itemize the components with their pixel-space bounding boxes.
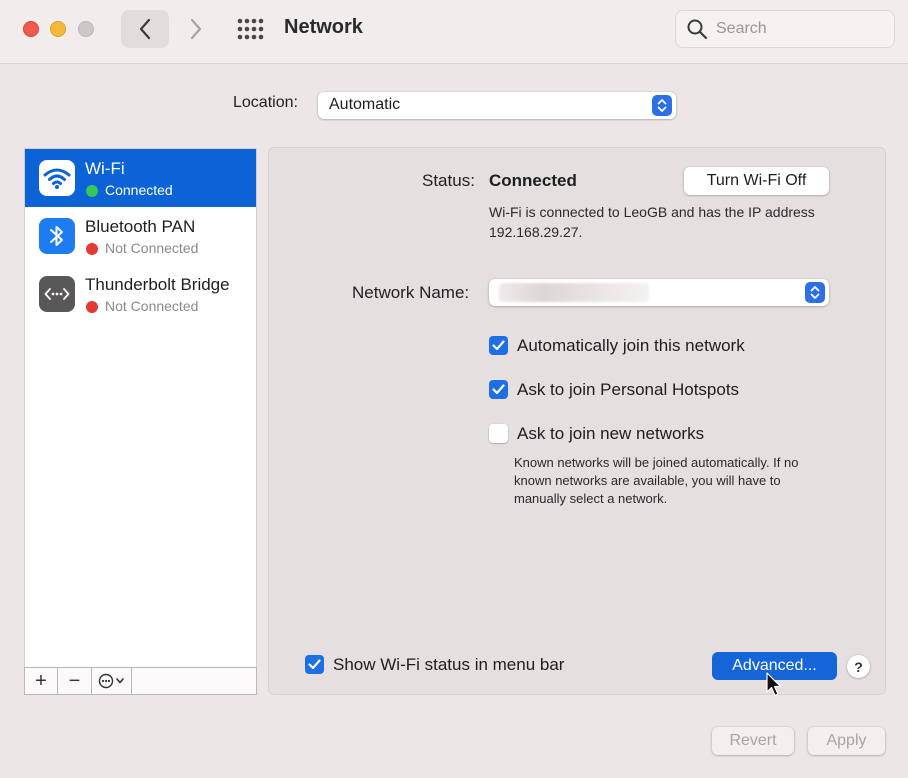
back-button[interactable] [121,10,169,48]
new-networks-label[interactable]: Ask to join new networks [517,424,704,444]
location-value: Automatic [329,96,401,113]
status-dot [86,301,98,313]
title-bar: Network [0,0,908,64]
search-input[interactable] [716,20,886,38]
chevron-left-icon [139,18,151,40]
location-stepper-icon [652,95,672,116]
show-status-checkbox[interactable] [305,655,324,674]
minimize-window-button[interactable] [50,21,66,37]
service-name: Wi-Fi [85,159,125,178]
network-name-popup[interactable] [489,279,829,306]
service-status: Not Connected [105,240,199,256]
status-dot [86,185,98,197]
ellipsis-circle-icon [98,673,124,689]
mouse-pointer-icon [766,672,782,697]
sidebar-toolbar: + − [24,667,257,695]
zoom-window-button[interactable] [78,21,94,37]
location-popup[interactable]: Automatic [318,92,676,119]
network-name-label: Network Name: [352,283,470,302]
thunderbolt-bridge-icon [39,276,75,312]
checkmark-icon [308,659,321,670]
forward-button[interactable] [172,10,220,48]
checkmark-icon [492,384,505,395]
checkmark-icon [492,340,505,351]
personal-hotspots-label[interactable]: Ask to join Personal Hotspots [517,380,739,400]
search-field[interactable] [675,10,895,48]
service-status: Not Connected [105,298,199,314]
network-stepper-icon [805,282,825,303]
action-menu-button[interactable] [92,668,132,694]
status-dot [86,243,98,255]
auto-join-checkbox[interactable] [489,336,508,355]
status-value: Connected [489,171,577,190]
bluetooth-icon [39,218,75,254]
close-window-button[interactable] [23,21,39,37]
turn-wifi-off-button[interactable]: Turn Wi-Fi Off [684,167,829,195]
status-description: Wi-Fi is connected to LeoGB and has the … [489,204,815,240]
new-networks-checkbox[interactable] [489,424,508,443]
service-status: Connected [105,182,173,198]
show-all-grid-icon[interactable] [236,17,264,41]
remove-service-button[interactable]: − [58,668,92,694]
wifi-icon [39,160,75,196]
status-label: Status: [422,171,475,190]
apply-button[interactable]: Apply [808,727,885,755]
network-name-value-redacted [499,283,649,302]
service-name: Thunderbolt Bridge [85,275,230,294]
chevron-right-icon [190,18,202,40]
service-name: Bluetooth PAN [85,217,196,236]
window-title: Network [284,16,363,38]
show-status-label[interactable]: Show Wi-Fi status in menu bar [333,655,564,675]
service-list: Wi-Fi Connected Bluetooth PAN Not Connec… [24,148,257,668]
location-label: Location: [233,94,298,111]
service-item-thunderbolt-bridge[interactable]: Thunderbolt Bridge Not Connected [25,265,256,323]
revert-button[interactable]: Revert [712,727,794,755]
personal-hotspots-checkbox[interactable] [489,380,508,399]
auto-join-label[interactable]: Automatically join this network [517,336,745,356]
help-button[interactable]: ? [847,655,870,678]
search-icon [687,19,708,40]
service-item-wifi[interactable]: Wi-Fi Connected [25,149,256,207]
add-service-button[interactable]: + [25,668,58,694]
service-item-bluetooth-pan[interactable]: Bluetooth PAN Not Connected [25,207,256,265]
known-networks-note: Known networks will be joined automatica… [514,455,799,506]
